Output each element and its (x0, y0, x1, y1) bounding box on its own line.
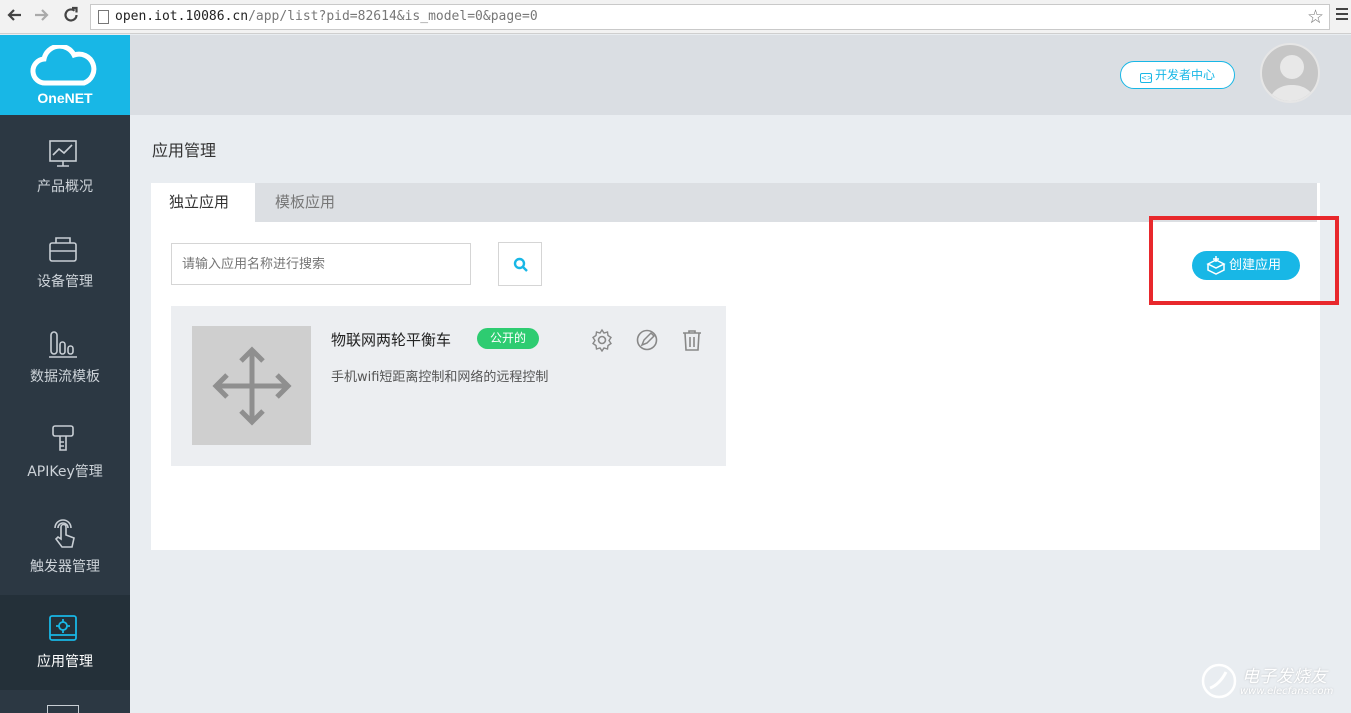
hamburger-icon[interactable] (1336, 8, 1348, 22)
developer-center-button[interactable]: <> 开发者中心 (1120, 61, 1235, 89)
add-box-icon (1206, 256, 1226, 275)
cloud-icon (30, 45, 97, 86)
address-bar[interactable]: open.iot.10086.cn/app/list?pid=82614&is_… (90, 4, 1330, 30)
page-title: 应用管理 (152, 141, 217, 160)
sidebar-item-label: 产品概况 (37, 179, 93, 195)
page-icon (98, 10, 109, 24)
code-icon: <> (1139, 73, 1153, 83)
touch-hand-icon (54, 519, 75, 548)
tab-template-apps[interactable]: 模板应用 (257, 183, 353, 222)
edit-icon[interactable] (635, 328, 659, 352)
sidebar-item-label: 设备管理 (37, 274, 93, 290)
status-badge: 公开的 (477, 328, 539, 349)
device-box-icon (49, 237, 77, 262)
search-input[interactable] (171, 243, 471, 285)
sidebar-item-apikey[interactable]: APIKey管理 (0, 405, 130, 500)
move-arrows-icon (212, 346, 292, 426)
sidebar-item-label: 触发器管理 (30, 559, 100, 575)
sidebar-next-item-icon (47, 705, 79, 713)
tab-bar: 独立应用 模板应用 (151, 183, 1317, 222)
app-list-panel: 独立应用 模板应用 创建应用 物联网两轮平衡车 公开的 手机wifi短距离控制和… (151, 183, 1339, 550)
sidebar-item-overview[interactable]: 产品概况 (0, 120, 130, 215)
star-icon[interactable]: ☆ (1307, 6, 1324, 28)
search-button[interactable] (498, 242, 542, 286)
user-silhouette-icon (1268, 55, 1316, 101)
sidebar-item-apps[interactable]: 应用管理 (0, 595, 130, 690)
trash-icon[interactable] (680, 328, 704, 352)
sidebar-item-label: 数据流模板 (30, 369, 100, 385)
app-name[interactable]: 物联网两轮平衡车 (331, 329, 451, 350)
watermark-logo-icon (1201, 663, 1237, 699)
chart-monitor-icon (49, 140, 77, 167)
gear-icon[interactable] (590, 328, 614, 352)
create-app-button[interactable]: 创建应用 (1192, 251, 1300, 280)
sidebar-item-triggers[interactable]: 触发器管理 (0, 500, 130, 595)
app-gear-icon (49, 615, 77, 641)
app-description: 手机wifi短距离控制和网络的远程控制 (331, 370, 549, 385)
url-text: open.iot.10086.cn/app/list?pid=82614&is_… (115, 9, 538, 24)
tab-standalone-apps[interactable]: 独立应用 (151, 183, 255, 222)
avatar[interactable] (1260, 43, 1320, 103)
arrow-right-icon[interactable] (30, 6, 52, 28)
app-card[interactable]: 物联网两轮平衡车 公开的 手机wifi短距离控制和网络的远程控制 (171, 306, 726, 466)
reload-icon[interactable] (60, 6, 82, 28)
app-thumbnail (192, 326, 311, 445)
watermark-text: 电子发烧友 (1242, 667, 1327, 687)
sidebar-item-devices[interactable]: 设备管理 (0, 215, 130, 310)
browser-toolbar: open.iot.10086.cn/app/list?pid=82614&is_… (0, 0, 1351, 34)
watermark: 电子发烧友 www.elecfans.com (1200, 660, 1345, 704)
sidebar: OneNET 产品概况 设备管理 数据流模板 APIKey管理 触发器管理 应用… (0, 35, 130, 713)
logo-text: OneNET (37, 90, 93, 106)
bar-columns-icon (49, 331, 77, 358)
search-icon (513, 257, 528, 272)
sidebar-item-label: 应用管理 (37, 654, 93, 670)
watermark-url: www.elecfans.com (1240, 686, 1334, 697)
key-icon (52, 425, 74, 451)
sidebar-item-label: APIKey管理 (27, 464, 103, 480)
sidebar-item-datastream-template[interactable]: 数据流模板 (0, 310, 130, 405)
top-header: <> 开发者中心 (130, 35, 1351, 115)
onenet-logo[interactable]: OneNET (0, 35, 130, 115)
arrow-left-icon[interactable] (4, 6, 26, 28)
